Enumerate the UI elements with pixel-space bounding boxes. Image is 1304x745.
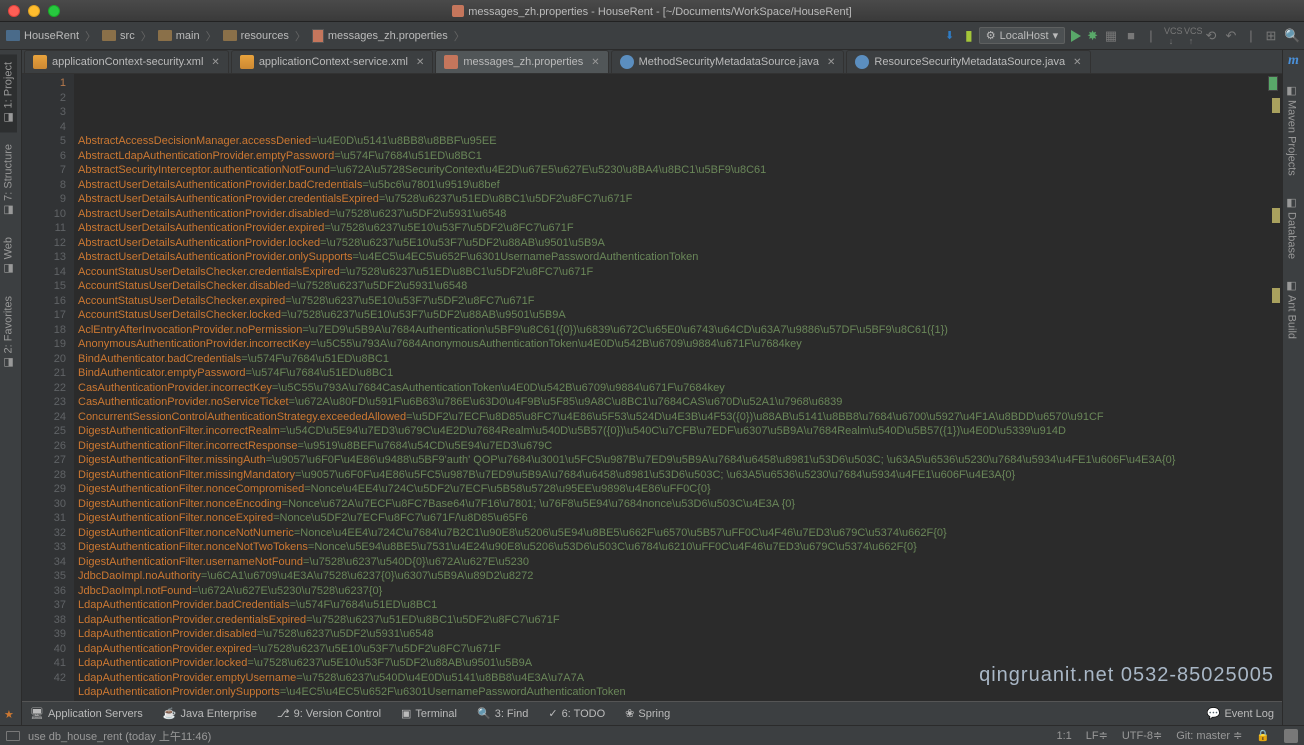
revert-icon[interactable]: ↶ <box>1224 28 1238 44</box>
folder-icon <box>102 30 116 41</box>
crumb-1[interactable]: src <box>120 30 135 42</box>
close-tab-icon[interactable]: ✕ <box>827 57 835 68</box>
debug-icon[interactable]: ✸ <box>1087 28 1098 44</box>
status-bar: use db_house_rent (today 上午11:46) 1:1 LF… <box>0 725 1304 745</box>
tool-windows-icon[interactable] <box>6 731 20 741</box>
search-icon[interactable]: 🔍 <box>1284 28 1298 44</box>
code-area[interactable]: AbstractAccessDecisionManager.accessDeni… <box>74 74 1282 701</box>
favorites-icon[interactable]: ★ <box>4 708 14 721</box>
vcs-icon: ⎇ <box>277 707 290 720</box>
run-config-dropdown[interactable]: ⚙LocalHost▾ <box>979 27 1065 44</box>
event-log[interactable]: 💬Event Log <box>1207 707 1274 720</box>
scrollbar[interactable] <box>1270 88 1282 103</box>
editor-tabs: applicationContext-security.xml✕applicat… <box>0 50 1304 74</box>
close-tab-icon[interactable]: ✕ <box>1073 57 1081 68</box>
tab-label: MethodSecurityMetadataSource.java <box>639 56 819 68</box>
history-icon[interactable]: ⟲ <box>1204 28 1218 44</box>
git-branch[interactable]: Git: master ≑ <box>1176 729 1242 742</box>
left-tool-web[interactable]: ◧Web <box>0 229 17 283</box>
caret-position[interactable]: 1:1 <box>1056 730 1071 742</box>
jee-icon: ☕ <box>163 707 177 720</box>
bottom-tool-find[interactable]: 🔍3: Find <box>477 707 528 720</box>
right-tool-strip: m ◧Maven Projects ◧Database ◧Ant Build <box>1282 50 1304 725</box>
java-icon <box>855 55 869 69</box>
android-icon[interactable]: ▮ <box>965 27 973 44</box>
tab-java[interactable]: MethodSecurityMetadataSource.java ✕ <box>611 50 845 73</box>
bottom-tool-bar: 🖥Application Servers ☕Java Enterprise ⎇9: … <box>22 701 1282 725</box>
module-icon <box>6 30 20 41</box>
navigation-bar: HouseRent〉 src〉 main〉 resources〉 message… <box>0 22 1304 50</box>
bottom-tool-vcs[interactable]: ⎇9: Version Control <box>277 707 381 720</box>
spring-icon: ❀ <box>625 707 634 720</box>
tab-label: applicationContext-service.xml <box>259 56 408 68</box>
download-icon[interactable]: ⬇ <box>945 29 959 43</box>
crumb-4[interactable]: messages_zh.properties <box>328 30 448 42</box>
left-tool-strip: ◧1: Project ◧7: Structure ◧Web ◧2: Favorite… <box>0 50 22 725</box>
lock-icon[interactable]: 🔒 <box>1256 729 1270 742</box>
right-tool-mavenprojects[interactable]: ◧Maven Projects <box>1283 76 1300 184</box>
tab-label: applicationContext-security.xml <box>52 56 203 68</box>
xml-icon <box>33 55 47 69</box>
java-icon <box>620 55 634 69</box>
server-icon: 🖥 <box>30 707 44 720</box>
hector-icon[interactable] <box>1284 729 1298 743</box>
left-tool-favorites[interactable]: ◧2: Favorites <box>0 288 17 377</box>
window-title: messages_zh.properties - HouseRent - [~/… <box>0 4 1304 18</box>
titlebar: messages_zh.properties - HouseRent - [~/… <box>0 0 1304 22</box>
left-tool-structure[interactable]: ◧7: Structure <box>0 136 17 225</box>
xml-icon <box>240 55 254 69</box>
tab-java[interactable]: ResourceSecurityMetadataSource.java ✕ <box>846 50 1090 73</box>
editor[interactable]: 1234567891011121314151617181920212223242… <box>22 74 1282 701</box>
line-separator[interactable]: LF≑ <box>1086 729 1108 742</box>
settings-icon[interactable]: ⊞ <box>1264 28 1278 44</box>
file-encoding[interactable]: UTF-8≑ <box>1122 729 1162 742</box>
run-icon[interactable] <box>1071 30 1081 42</box>
tab-label: messages_zh.properties <box>463 56 583 68</box>
bottom-tool-jee[interactable]: ☕Java Enterprise <box>163 707 257 720</box>
right-tool-database[interactable]: ◧Database <box>1283 188 1300 267</box>
breadcrumb[interactable]: HouseRent〉 src〉 main〉 resources〉 message… <box>6 28 467 44</box>
status-message: use db_house_rent (today 上午11:46) <box>28 728 211 744</box>
sep: | <box>1144 28 1158 43</box>
close-tab-icon[interactable]: ✕ <box>416 57 424 68</box>
bottom-tool-spring[interactable]: ❀Spring <box>625 707 670 720</box>
crumb-3[interactable]: resources <box>241 30 289 42</box>
bottom-tool-terminal[interactable]: ▣Terminal <box>401 707 457 720</box>
tab-xml[interactable]: applicationContext-security.xml ✕ <box>24 50 229 73</box>
tab-label: ResourceSecurityMetadataSource.java <box>874 56 1065 68</box>
toolbar-right: ⬇ ▮ ⚙LocalHost▾ ✸ ▦ ■ | VCS↓ VCS↑ ⟲ ↶ | … <box>945 26 1298 46</box>
folder-icon <box>223 30 237 41</box>
tab-xml[interactable]: applicationContext-service.xml ✕ <box>231 50 434 73</box>
close-tab-icon[interactable]: ✕ <box>591 57 599 68</box>
folder-icon <box>158 30 172 41</box>
maven-icon[interactable]: m <box>1283 50 1304 72</box>
prop-icon <box>444 55 458 69</box>
vcs-commit-icon[interactable]: VCS↑ <box>1184 26 1198 46</box>
vcs-update-icon[interactable]: VCS↓ <box>1164 26 1178 46</box>
file-icon <box>312 29 324 43</box>
bottom-tool-todo[interactable]: ✓6: TODO <box>548 707 605 720</box>
coverage-icon[interactable]: ▦ <box>1104 28 1118 44</box>
close-tab-icon[interactable]: ✕ <box>211 57 219 68</box>
terminal-icon: ▣ <box>401 707 411 720</box>
stop-icon[interactable]: ■ <box>1124 28 1138 43</box>
sep: | <box>1244 28 1258 43</box>
bottom-tool-server[interactable]: 🖥Application Servers <box>30 707 143 720</box>
crumb-2[interactable]: main <box>176 30 200 42</box>
left-tool-project[interactable]: ◧1: Project <box>0 54 17 132</box>
find-icon: 🔍 <box>477 707 491 720</box>
todo-icon: ✓ <box>548 707 557 720</box>
right-tool-antbuild[interactable]: ◧Ant Build <box>1283 271 1300 347</box>
file-icon <box>452 5 464 17</box>
gutter[interactable]: 1234567891011121314151617181920212223242… <box>22 74 74 701</box>
tab-prop[interactable]: messages_zh.properties ✕ <box>435 50 608 73</box>
crumb-0[interactable]: HouseRent <box>24 30 79 42</box>
